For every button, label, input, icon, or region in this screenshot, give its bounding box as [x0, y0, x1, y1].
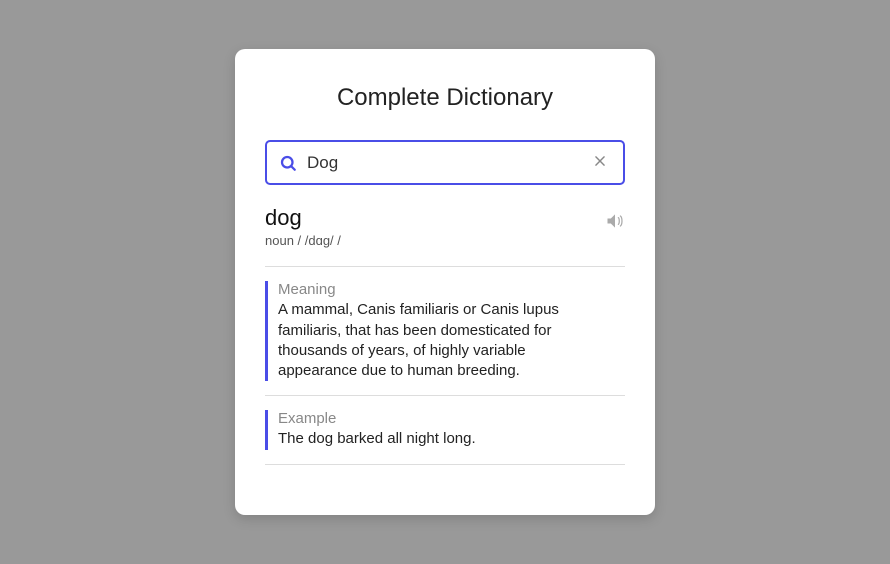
app-title: Complete Dictionary [265, 84, 625, 112]
part-of-speech: noun / /dɑg/ / [265, 233, 605, 248]
word-header: dog noun / /dɑg/ / [265, 205, 625, 248]
example-label: Example [278, 410, 625, 427]
clear-button[interactable] [589, 152, 611, 173]
search-input[interactable] [307, 153, 589, 173]
meaning-label: Meaning [278, 281, 625, 298]
word-info: dog noun / /dɑg/ / [265, 205, 605, 248]
divider [265, 464, 625, 465]
dictionary-card: Complete Dictionary dog noun / /dɑg/ / [235, 49, 655, 514]
example-text: The dog barked all night long. [278, 429, 578, 449]
example-section: Example The dog barked all night long. [265, 395, 625, 463]
word: dog [265, 205, 605, 231]
meaning-text: A mammal, Canis familiaris or Canis lupu… [278, 300, 578, 381]
close-icon [593, 152, 607, 173]
pronounce-button[interactable] [605, 211, 625, 234]
meaning-section: Meaning A mammal, Canis familiaris or Ca… [265, 266, 625, 395]
speaker-icon [605, 219, 625, 234]
search-icon [279, 154, 297, 172]
search-box[interactable] [265, 140, 625, 185]
